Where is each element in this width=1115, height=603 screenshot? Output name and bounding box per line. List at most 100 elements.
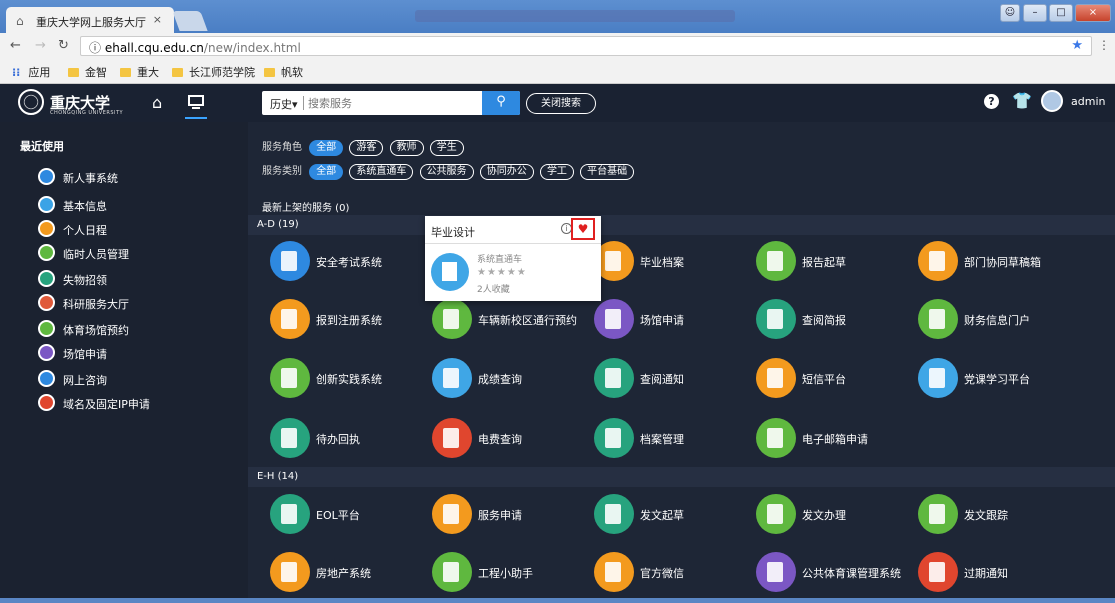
bookmark-chongda[interactable]: 重大 (120, 64, 159, 80)
url-host: ehall.cqu.edu.cn (104, 41, 204, 55)
sidebar-app-icon (38, 394, 55, 411)
favorite-heart-icon[interactable]: ♥ (571, 218, 595, 240)
service-label: 电子邮箱申请 (802, 433, 868, 446)
search-divider (303, 96, 304, 110)
service-label: 发文办理 (802, 509, 846, 522)
sidebar-app-icon (38, 244, 55, 261)
taskbar-strip (0, 598, 1115, 603)
address-bar[interactable]: ⓘ ehall.cqu.edu.cn/new/index.html ★ (80, 36, 1092, 56)
category-platform[interactable]: 平台基础 (580, 164, 635, 180)
bookmark-jinzhi[interactable]: 金智 (68, 64, 107, 80)
service-label: 报到注册系统 (316, 314, 382, 327)
service-label: 待办回执 (316, 433, 360, 446)
bookmark-changjiang[interactable]: 长江师范学院 (172, 64, 255, 80)
close-window-icon[interactable]: × (1075, 4, 1111, 22)
service-label: 房地产系统 (316, 567, 371, 580)
sidebar-item-label: 场馆申请 (63, 348, 107, 361)
service-label: 档案管理 (640, 433, 684, 446)
new-services-heading: 最新上架的服务 (0) (262, 203, 350, 214)
folder-icon (172, 68, 183, 77)
service-label: 官方微信 (640, 567, 684, 580)
service-app-icon (270, 299, 310, 339)
service-app-icon (432, 552, 472, 592)
service-app-icon (432, 494, 472, 534)
sidebar-app-icon (38, 294, 55, 311)
service-label: 创新实践系统 (316, 373, 382, 386)
sidebar-item-label: 域名及固定IP申请 (63, 398, 150, 411)
sidebar-app-icon (38, 220, 55, 237)
reload-icon[interactable]: ↻ (58, 38, 69, 53)
group-header-e-h: E-H (14) (248, 467, 1115, 487)
sidebar-item-label: 体育场馆预约 (63, 324, 129, 337)
category-student-affairs[interactable]: 学工 (539, 164, 574, 180)
theme-shirt-icon[interactable]: 👕 (1012, 91, 1032, 110)
service-app-icon (918, 241, 958, 281)
category-filter: 服务类别 全部 系统直通车 公共服务 协同办公 学工 平台基础 (262, 162, 637, 180)
forward-icon[interactable]: → (35, 38, 46, 53)
back-icon[interactable]: ← (10, 38, 21, 53)
maximize-icon[interactable]: □ (1049, 4, 1073, 22)
popup-title: 毕业设计 (431, 226, 475, 239)
avatar[interactable] (1041, 90, 1063, 112)
service-label: 部门协同草稿箱 (964, 256, 1041, 269)
search-input[interactable] (308, 94, 478, 112)
bookmark-apps[interactable]: ⁝⁝ 应用 (12, 64, 50, 80)
desktop-icon[interactable] (185, 91, 207, 119)
category-all[interactable]: 全部 (309, 164, 344, 180)
service-label: 公共体育课管理系统 (802, 567, 901, 580)
search-box: 历史▾ ⚲ (262, 91, 520, 115)
bookmark-fanruan[interactable]: 帆软 (264, 64, 303, 80)
bookmark-star-icon[interactable]: ★ (1071, 38, 1083, 53)
sidebar-item-label: 新人事系统 (63, 172, 118, 185)
role-all[interactable]: 全部 (309, 140, 344, 156)
category-public[interactable]: 公共服务 (419, 164, 474, 180)
popup-rating-stars[interactable]: ★★★★★ (477, 267, 527, 278)
popup-category: 系统直通车 (477, 255, 523, 265)
sidebar-item-label: 科研服务大厅 (63, 298, 129, 311)
role-student[interactable]: 学生 (429, 140, 464, 156)
university-seal-icon (18, 89, 44, 115)
service-label: 发文起草 (640, 509, 684, 522)
role-filter-label: 服务角色 (262, 142, 302, 153)
tab-title: 重庆大学网上服务大厅 (36, 16, 146, 29)
browser-tab[interactable]: ⌂ 重庆大学网上服务大厅 × (6, 7, 174, 33)
category-system[interactable]: 系统直通车 (349, 164, 414, 180)
service-app-icon (432, 358, 472, 398)
browser-tab-bar: ⌂ 重庆大学网上服务大厅 × ☺ – □ × (0, 0, 1115, 33)
service-label: 短信平台 (802, 373, 846, 386)
service-app-icon (918, 494, 958, 534)
help-icon[interactable]: ? (984, 94, 999, 109)
minimize-icon[interactable]: – (1023, 4, 1047, 22)
user-profile-icon[interactable]: ☺ (1000, 4, 1020, 22)
search-button[interactable]: ⚲ (482, 91, 520, 115)
browser-menu-icon[interactable]: ⋮ (1098, 38, 1110, 52)
category-office[interactable]: 协同办公 (479, 164, 534, 180)
sidebar-app-icon (38, 270, 55, 287)
service-label: 服务申请 (478, 509, 522, 522)
home-icon[interactable]: ⌂ (152, 93, 162, 112)
close-search-button[interactable]: 关闭搜索 (526, 93, 596, 114)
role-teacher[interactable]: 教师 (389, 140, 424, 156)
username[interactable]: admin (1071, 95, 1105, 108)
service-label: 党课学习平台 (964, 373, 1030, 386)
service-app-icon (756, 241, 796, 281)
service-app-icon (918, 358, 958, 398)
tab-close-icon[interactable]: × (153, 13, 162, 26)
service-label: 过期通知 (964, 567, 1008, 580)
service-popup: 毕业设计 i ♥ 系统直通车 ★★★★★ 2人收藏 (425, 216, 601, 301)
browser-toolbar: ← → ↻ ⓘ ehall.cqu.edu.cn/new/index.html … (0, 33, 1115, 59)
service-label: 财务信息门户 (964, 314, 1030, 327)
service-label: 车辆新校区通行预约 (478, 314, 577, 327)
history-dropdown[interactable]: 历史▾ (270, 96, 298, 112)
url-path: /new/index.html (203, 41, 301, 55)
service-app-icon (432, 299, 472, 339)
service-label: 报告起草 (802, 256, 846, 269)
new-tab-button[interactable] (172, 11, 208, 31)
folder-icon (68, 68, 79, 77)
main-content: 服务角色 全部 游客 教师 学生 服务类别 全部 系统直通车 公共服务 协同办公… (248, 122, 1115, 603)
role-guest[interactable]: 游客 (349, 140, 384, 156)
service-label: 电费查询 (478, 433, 522, 446)
info-icon[interactable]: ⓘ (89, 41, 105, 55)
graduation-design-icon[interactable] (431, 253, 469, 291)
popup-divider (425, 243, 601, 244)
